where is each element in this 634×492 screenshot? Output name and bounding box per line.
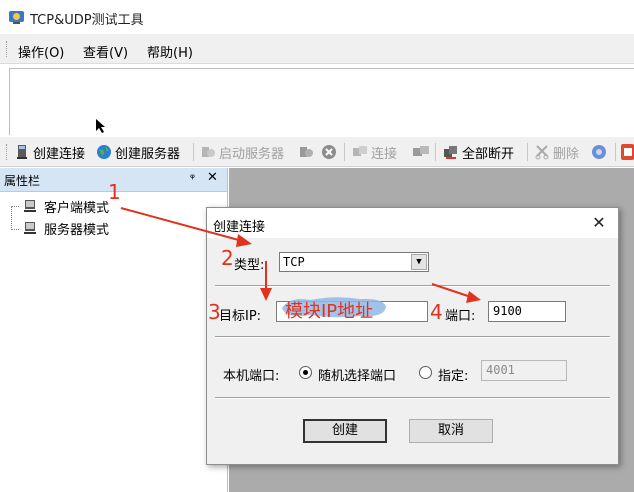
tree-item-label: 客户端模式 [44, 200, 110, 216]
start-server-button[interactable]: 启动服务器 [200, 142, 284, 162]
pin-icon[interactable]: ᵠ [190, 171, 195, 185]
network-app-icon [9, 11, 24, 24]
connect-button[interactable]: 连接 [352, 142, 397, 162]
port-label: 端口: [445, 309, 476, 324]
local-port-label: 本机端口: [223, 369, 280, 384]
cancel-circle-icon[interactable] [321, 144, 337, 160]
random-port-label[interactable]: 随机选择端口 [318, 365, 396, 384]
property-panel: 属性栏 ᵠ ✕ 客户端模式 服务器模式 [0, 168, 228, 492]
close-icon[interactable]: ✕ [207, 170, 218, 185]
toolbar: 创建连接 创建服务器 启动服务器 连接 全部断开 删除 [0, 137, 634, 167]
tree-item-client-mode[interactable]: 客户端模式 [22, 197, 110, 216]
dialog-title: 创建连接 [213, 220, 266, 235]
tree-line [11, 206, 19, 207]
toolbar-separator [615, 143, 616, 161]
menu-bar: 操作(O) 查看(V) 帮助(H) [0, 34, 634, 64]
tree-line [11, 206, 12, 230]
globe-icon [97, 145, 111, 159]
tree-item-label: 服务器模式 [44, 222, 110, 238]
delete-label: 删除 [553, 146, 580, 162]
toolbar-separator [527, 143, 528, 161]
disconnect-all-icon [444, 146, 457, 159]
scissors-icon [535, 145, 549, 160]
create-connection-dialog: 创建连接 ✕ 类型: TCP ▼ 目标IP: 端口: 9100 本机端口: 随机… [206, 207, 619, 465]
annotation-number-2: 2 [221, 246, 234, 270]
type-select[interactable]: TCP ▼ [279, 252, 429, 272]
connect-icon [353, 146, 367, 156]
menu-operate[interactable]: 操作(O) [18, 42, 64, 61]
type-select-value: TCP [283, 255, 305, 269]
tree-line [11, 229, 19, 230]
chevron-down-icon[interactable]: ▼ [411, 254, 427, 270]
delete-button[interactable]: 删除 [534, 142, 579, 162]
start-server-label: 启动服务器 [219, 146, 285, 162]
dialog-titlebar: 创建连接 ✕ [207, 208, 618, 238]
property-panel-title: 属性栏 [4, 174, 41, 188]
server-stop-icon[interactable] [298, 144, 314, 160]
specify-port-input[interactable]: 4001 [481, 360, 567, 381]
specify-label[interactable]: 指定: [438, 365, 468, 384]
mouse-cursor-icon [96, 119, 105, 133]
toolbar-separator [435, 143, 436, 161]
cancel-button[interactable]: 取消 [409, 419, 493, 443]
annotation-number-4: 4 [430, 300, 443, 324]
exit-icon[interactable] [620, 143, 634, 161]
connect-label: 连接 [371, 146, 398, 162]
settings-puzzle-icon[interactable] [590, 143, 608, 161]
menu-view[interactable]: 查看(V) [83, 42, 128, 61]
port-input[interactable]: 9100 [488, 301, 566, 322]
create-server-button[interactable]: 创建服务器 [96, 142, 180, 162]
random-port-radio[interactable] [299, 366, 312, 379]
create-connection-label: 创建连接 [33, 146, 86, 162]
toolbar-grip [6, 144, 9, 160]
disconnect-icon[interactable] [412, 144, 430, 160]
divider [215, 397, 610, 399]
annotation-module-ip: 模块IP地址 [285, 301, 374, 322]
annotation-number-1: 1 [108, 180, 121, 204]
target-ip-label: 目标IP: [219, 309, 262, 324]
divider [215, 285, 610, 287]
server-start-icon [202, 147, 215, 157]
tree-item-server-mode[interactable]: 服务器模式 [22, 219, 110, 238]
computer-icon [17, 145, 27, 159]
annotation-number-3: 3 [208, 300, 221, 324]
window-title: TCP&UDP测试工具 [30, 13, 144, 28]
disconnect-all-button[interactable]: 全部断开 [443, 142, 514, 162]
disconnect-all-label: 全部断开 [462, 146, 515, 162]
menu-help[interactable]: 帮助(H) [147, 42, 193, 61]
title-bar: TCP&UDP测试工具 [0, 0, 634, 34]
toolbar-separator [193, 143, 194, 161]
specify-port-radio[interactable] [419, 366, 432, 379]
create-connection-button[interactable]: 创建连接 [14, 142, 85, 162]
menubar-grip [6, 41, 9, 57]
toolbar-separator [344, 143, 345, 161]
divider [215, 336, 610, 338]
create-server-label: 创建服务器 [115, 146, 181, 162]
dialog-close-icon[interactable]: ✕ [587, 213, 611, 233]
computer-icon [24, 222, 36, 234]
create-button[interactable]: 创建 [303, 419, 387, 443]
type-label: 类型: [234, 258, 265, 273]
computer-icon [24, 200, 36, 212]
